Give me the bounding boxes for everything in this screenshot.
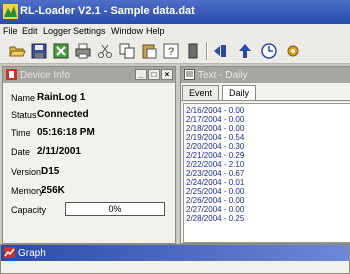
text-daily-window: Text - Daily Event Daily 2/16/2004 - 0.0…	[180, 66, 350, 244]
help-icon[interactable]: ?	[162, 42, 180, 60]
capacity-progress-bar: 0%	[65, 202, 165, 216]
device-info-window-controls: _ □ ×	[134, 69, 173, 81]
maximize-icon[interactable]: □	[148, 69, 160, 80]
field-value: 05:16:18 PM	[37, 127, 95, 138]
list-item[interactable]: 2/25/2004 - 0.00	[186, 187, 244, 196]
list-item[interactable]: 2/16/2004 - 0.00	[186, 106, 244, 115]
app-logo-icon	[3, 4, 18, 19]
list-item[interactable]: 2/21/2004 - 0.29	[186, 151, 244, 160]
list-item[interactable]: 2/19/2004 - 0.54	[186, 133, 244, 142]
spreadsheet-icon[interactable]	[52, 42, 70, 60]
copy-icon[interactable]	[118, 42, 136, 60]
list-item[interactable]: 2/24/2004 - 0.01	[186, 178, 244, 187]
tab-event[interactable]: Event	[182, 85, 220, 100]
print-icon[interactable]	[74, 42, 92, 60]
menu-settings[interactable]: Settings	[73, 26, 106, 36]
cut-icon[interactable]	[96, 42, 114, 60]
window-title: RL-Loader V2.1 - Sample data.dat	[20, 5, 195, 17]
field-value: D15	[41, 166, 60, 177]
clock-icon[interactable]	[260, 42, 278, 60]
field-value: RainLog 1	[37, 92, 86, 103]
menu-edit[interactable]: Edit	[22, 26, 38, 36]
menu-window[interactable]: Window	[111, 26, 143, 36]
graph-window: Graph	[0, 244, 350, 274]
toolbar-separator	[206, 42, 208, 60]
field-label: Capacity	[11, 205, 47, 215]
menu-file[interactable]: File	[3, 26, 18, 36]
capacity-text: 0%	[108, 204, 122, 214]
close-icon[interactable]: ×	[161, 69, 173, 80]
list-item[interactable]: 2/18/2004 - 0.00	[186, 124, 244, 133]
field-value: Connected	[37, 109, 89, 120]
text-daily-titlebar[interactable]: Text - Daily	[181, 67, 350, 83]
list-item[interactable]: 2/26/2004 - 0.00	[186, 196, 244, 205]
list-item[interactable]: 2/17/2004 - 0.00	[186, 115, 244, 124]
menu-logger[interactable]: Logger	[43, 26, 71, 36]
mdi-workspace: Device Info _ □ × Name RainLog 1 Status Co…	[0, 64, 350, 274]
text-window-icon	[184, 69, 195, 80]
graph-title: Graph	[18, 248, 46, 259]
toolbar: ?	[0, 38, 350, 64]
paste-icon[interactable]	[140, 42, 158, 60]
field-value: 2/11/2001	[37, 146, 81, 157]
menu-help[interactable]: Help	[146, 26, 165, 36]
download-icon[interactable]	[212, 42, 230, 60]
list-item[interactable]: 2/23/2004 - 0.67	[186, 169, 244, 178]
open-folder-icon[interactable]	[8, 42, 26, 60]
svg-text:?: ?	[168, 46, 174, 58]
text-daily-tabbar: Event Daily	[181, 83, 350, 101]
menu-bar: File Edit Logger Settings Window Help	[0, 24, 350, 38]
app-titlebar: RL-Loader V2.1 - Sample data.dat	[0, 0, 350, 24]
device-info-icon	[6, 69, 17, 80]
list-item[interactable]: 2/28/2004 - 0.25	[186, 214, 244, 223]
list-item[interactable]: 2/27/2004 - 0.00	[186, 205, 244, 214]
upload-icon[interactable]	[236, 42, 254, 60]
device-info-window: Device Info _ □ × Name RainLog 1 Status Co…	[2, 66, 176, 244]
field-value: 256K	[41, 185, 65, 196]
minimize-icon[interactable]: _	[135, 69, 147, 80]
graph-icon	[4, 247, 15, 258]
settings-icon[interactable]	[284, 42, 302, 60]
daily-log-list[interactable]: 2/16/2004 - 0.00 2/17/2004 - 0.00 2/18/2…	[183, 103, 350, 243]
list-item[interactable]: 2/20/2004 - 0.30	[186, 142, 244, 151]
save-icon[interactable]	[30, 42, 48, 60]
list-item[interactable]: 2/22/2004 - 2.10	[186, 160, 244, 169]
device-info-titlebar[interactable]: Device Info _ □ ×	[3, 67, 175, 83]
device-icon[interactable]	[184, 42, 202, 60]
graph-titlebar[interactable]: Graph	[1, 245, 349, 261]
device-info-title: Device Info	[20, 70, 71, 81]
tab-daily[interactable]: Daily	[222, 85, 257, 100]
text-daily-title: Text - Daily	[198, 70, 248, 81]
